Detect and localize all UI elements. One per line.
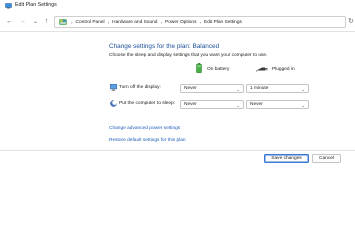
header-divider (0, 31, 355, 32)
sleep-plugged-in-value: Never (250, 102, 263, 107)
sleep-on-battery-select[interactable]: Never ⌄ (180, 100, 244, 109)
up-arrow-icon[interactable]: ↑ (42, 17, 51, 26)
edit-plan-settings-window: Edit Plan Settings ← → ⌄ ↑ › Control Pan… (0, 0, 355, 250)
refresh-icon[interactable]: ↻ (348, 18, 355, 26)
breadcrumb-separator-icon: › (199, 19, 202, 25)
chevron-down-icon: ⌄ (236, 103, 240, 108)
display-off-on-battery-select[interactable]: Never ⌄ (180, 84, 244, 93)
column-plugged-in: Plugged in (272, 67, 295, 72)
breadcrumb-separator-icon: › (160, 19, 163, 25)
turn-off-display-label: Turn off the display: (119, 85, 161, 90)
breadcrumb-power-options[interactable]: Power Options (165, 20, 196, 25)
recent-locations-chevron-icon[interactable]: ⌄ (31, 17, 40, 26)
address-bar[interactable]: › Control Panel › Hardware and Sound › P… (54, 16, 346, 28)
sleep-label: Put the computer to sleep: (119, 101, 175, 106)
monitor-icon (110, 84, 117, 91)
breadcrumb-edit-plan-settings[interactable]: Edit Plan Settings (204, 20, 242, 25)
chevron-down-icon: ⌄ (301, 103, 305, 108)
power-options-icon (5, 3, 12, 9)
page-heading: Change settings for the plan: Balanced (109, 43, 220, 50)
footer-divider (0, 150, 355, 151)
cancel-button[interactable]: Cancel (312, 154, 341, 163)
title-bar: Edit Plan Settings (0, 0, 355, 13)
navigation-bar: ← → ⌄ ↑ › Control Panel › Hardware and S… (0, 15, 355, 29)
breadcrumb-control-panel[interactable]: Control Panel (76, 20, 105, 25)
page-subheading: Choose the sleep and display settings th… (109, 53, 268, 58)
window-title: Edit Plan Settings (15, 2, 57, 8)
display-off-plugged-in-value: 1 minute (250, 86, 269, 91)
change-advanced-settings-link[interactable]: Change advanced power settings (109, 126, 180, 131)
forward-arrow-icon[interactable]: → (18, 17, 27, 26)
sleep-on-battery-value: Never (184, 102, 197, 107)
display-off-on-battery-value: Never (184, 86, 197, 91)
battery-icon (196, 63, 202, 73)
breadcrumb-separator-icon: › (71, 19, 73, 25)
save-changes-button[interactable]: Save changes (264, 154, 309, 163)
restore-defaults-link[interactable]: Restore default settings for this plan (109, 138, 186, 143)
display-off-plugged-in-select[interactable]: 1 minute ⌄ (246, 84, 309, 93)
sleep-moon-icon (110, 100, 117, 107)
power-plug-icon (256, 67, 268, 72)
chevron-down-icon: ⌄ (301, 87, 305, 92)
control-panel-icon (59, 19, 67, 25)
column-on-battery: On battery (207, 67, 230, 72)
breadcrumb-separator-icon: › (107, 19, 110, 25)
breadcrumb-hardware-and-sound[interactable]: Hardware and Sound (112, 20, 157, 25)
back-arrow-icon[interactable]: ← (5, 17, 14, 26)
chevron-down-icon: ⌄ (236, 87, 240, 92)
sleep-plugged-in-select[interactable]: Never ⌄ (246, 100, 309, 109)
